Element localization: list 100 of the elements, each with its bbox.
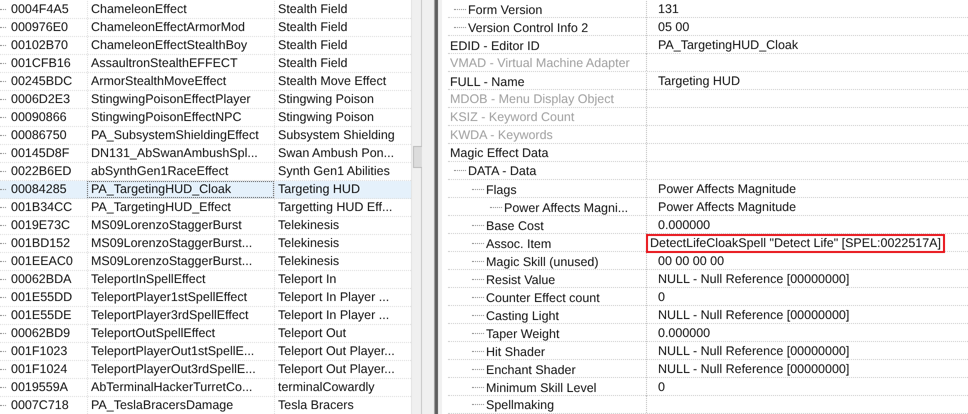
field-label[interactable]: DATA - Data [468, 164, 536, 178]
editor-id-cell: TeleportOutSpellEffect [87, 325, 274, 342]
editor-id-cell: StingwingPoisonEffectPlayer [87, 91, 274, 108]
form-id-cell-text: 0019559A [10, 379, 70, 396]
editor-id-cell: MS09LorenzoStaggerBurst [87, 217, 274, 234]
record-row[interactable]: 0019E73C MS09LorenzoStaggerBurst Telekinesis [0, 217, 411, 235]
field-value: 131 [657, 1, 680, 18]
form-id-cell-text: 001EEAC0 [10, 253, 74, 270]
field-value: 00 00 00 00 [657, 253, 726, 270]
form-id-cell-text: 000976E0 [10, 19, 70, 36]
field-label[interactable]: Version Control Info 2 [468, 20, 588, 34]
record-row[interactable]: 001BD152 MS09LorenzoStaggerBurst... Telekinesis [0, 235, 411, 253]
field-value: 0.000000 [657, 217, 712, 234]
record-row[interactable]: 001CFB16 AssaultronStealthEFFECT Stealth Field [0, 55, 411, 73]
form-id-cell-text: 001B34CC [10, 199, 74, 216]
record-row[interactable]: 00062BD9 TeleportOutSpellEffect Teleport Out [0, 325, 411, 343]
record-row[interactable]: 001F1023 TeleportPlayerOut1stSpellE... Teleport Out Player... [0, 343, 411, 361]
record-row[interactable]: 001E55DD TeleportPlayer1stSpellEffect Teleport In Player ... [0, 289, 411, 307]
form-id-cell-text: 00245BDC [10, 73, 74, 90]
record-row[interactable]: 001F1024 TeleportPlayerOut3rdSpellE... Teleport Out Player... [0, 361, 411, 379]
field-label[interactable]: Taper Weight [486, 326, 560, 340]
form-id-cell-text: 00062BDA [10, 271, 72, 288]
form-id-cell-text: 001F1023 [10, 343, 68, 360]
form-id-cell-text: 0007C718 [10, 397, 70, 414]
field-label[interactable]: Casting Light [486, 308, 559, 322]
form-id-cell-text: 0004F4A5 [10, 1, 70, 18]
record-row[interactable]: 00084285 PA_TargetingHUD_Cloak Targeting HUD [0, 181, 411, 199]
record-row[interactable]: 0019559A AbTerminalHackerTurretCo... terminalCowardly [0, 379, 411, 397]
splitter[interactable] [421, 0, 442, 414]
field-label[interactable]: Magic Effect Data [450, 146, 548, 160]
editor-id-cell: DN131_AbSwanAmbushSpl... [87, 145, 274, 162]
field-value: 05 00 [657, 19, 690, 36]
record-row[interactable]: 00062BDA TeleportInSpellEffect Teleport In [0, 271, 411, 289]
field-value: NULL - Null Reference [00000000] [657, 307, 850, 324]
form-id-cell-text: 001F1024 [10, 361, 68, 378]
scrollbar[interactable] [411, 0, 421, 414]
field-label[interactable]: Spellmaking [486, 398, 554, 412]
field-value: NULL - Null Reference [00000000] [657, 361, 850, 378]
editor-id-cell: StingwingPoisonEffectNPC [87, 109, 274, 126]
form-id-cell-text: 00086750 [10, 127, 68, 144]
field-value: PA_TargetingHUD_Cloak [657, 37, 800, 54]
form-id-cell-text: 00062BD9 [10, 325, 72, 342]
form-id-cell-text: 001CFB16 [10, 55, 72, 72]
field-value: Targeting HUD [657, 73, 741, 90]
editor-id-cell: AbTerminalHackerTurretCo... [87, 379, 274, 396]
editor-id-cell: TeleportPlayer3rdSpellEffect [87, 307, 274, 324]
field-label[interactable]: Enchant Shader [486, 362, 576, 376]
editor-id-cell: MS09LorenzoStaggerBurst... [87, 235, 274, 252]
scrollbar-thumb[interactable] [413, 146, 422, 168]
form-id-cell-text: 001E55DE [10, 307, 72, 324]
form-id-cell-text: 001E55DD [10, 289, 74, 306]
editor-id-cell: ArmorStealthMoveEffect [87, 73, 274, 90]
record-row[interactable]: 001EEAC0 MS09LorenzoStaggerBurst... Telekinesis [0, 253, 411, 271]
form-id-cell-text: 001BD152 [10, 235, 72, 252]
form-id-cell-text: 0022B6ED [10, 163, 72, 180]
field-value: 0 [657, 379, 666, 396]
field-value: 0 [657, 289, 666, 306]
record-row[interactable]: 000976E0 ChameleonEffectArmorMod Stealth Field [0, 19, 411, 37]
editor-id-cell: ChameleonEffect [87, 1, 274, 18]
record-row[interactable]: 00102B70 ChameleonEffectStealthBoy Stealth Field [0, 37, 411, 55]
field-label[interactable]: Magic Skill (unused) [486, 254, 599, 268]
editor-id-cell: ChameleonEffectStealthBoy [87, 37, 274, 54]
field-value: DetectLifeCloakSpell "Detect Life" [SPEL:0022517A] [646, 234, 945, 253]
field-label[interactable]: Assoc. Item [486, 236, 552, 250]
form-id-cell-text: 00102B70 [10, 37, 70, 54]
record-row[interactable]: 0004F4A5 ChameleonEffect Stealth Field [0, 1, 411, 19]
editor-id-cell: AssaultronStealthEFFECT [87, 55, 274, 72]
field-label[interactable]: Minimum Skill Level [486, 380, 596, 394]
form-id-cell-text: 0019E73C [10, 217, 72, 234]
field-value: NULL - Null Reference [00000000] [657, 271, 850, 288]
form-id-cell-text: 00145D8F [10, 145, 70, 162]
form-id-cell-text: 00090866 [10, 109, 68, 126]
field-label[interactable]: FULL - Name [450, 74, 525, 88]
form-id-cell-text: 0006D2E3 [10, 91, 72, 108]
field-label[interactable]: Resist Value [486, 272, 556, 286]
record-row[interactable]: 00245BDC ArmorStealthMoveEffect Stealth Move Effect [0, 73, 411, 91]
record-row[interactable]: 00145D8F DN131_AbSwanAmbushSpl... Swan Ambush Pon... [0, 145, 411, 163]
record-row[interactable]: 0006D2E3 StingwingPoisonEffectPlayer Stingwing Poison [0, 91, 411, 109]
editor-id-cell: TeleportInSpellEffect [87, 271, 274, 288]
record-row[interactable]: 00090866 StingwingPoisonEffectNPC Stingwing Poison [0, 109, 411, 127]
editor-id-cell: ChameleonEffectArmorMod [87, 19, 274, 36]
field-value: Power Affects Magnitude [657, 181, 798, 198]
editor-id-cell: TeleportPlayer1stSpellEffect [87, 289, 274, 306]
record-row[interactable]: 001B34CC PA_TargetingHUD_Effect Targetting HUD Eff... [0, 199, 411, 217]
field-label[interactable]: Flags [486, 182, 517, 196]
record-row[interactable]: 001E55DE TeleportPlayer3rdSpellEffect Teleport In Player ... [0, 307, 411, 325]
field-label[interactable]: EDID - Editor ID [450, 38, 540, 52]
form-id-cell-text: 00084285 [10, 181, 68, 198]
field-label[interactable]: Form Version [468, 2, 542, 16]
editor-id-cell: PA_TeslaBracersDamage [87, 397, 274, 414]
field-label[interactable]: Power Affects Magni... [504, 200, 628, 214]
editor-id-cell: abSynthGen1RaceEffect [87, 163, 274, 180]
field-label[interactable]: Hit Shader [486, 344, 546, 358]
field-label[interactable]: Counter Effect count [486, 290, 600, 304]
editor-id-cell: PA_SubsystemShieldingEffect [87, 127, 274, 144]
editor-id-cell: PA_TargetingHUD_Cloak [87, 181, 274, 198]
editor-id-cell: TeleportPlayerOut1stSpellE... [87, 343, 274, 360]
field-value: Power Affects Magnitude [657, 199, 798, 216]
record-row[interactable]: 00086750 PA_SubsystemShieldingEffect Subsystem Shielding [0, 127, 411, 145]
field-label[interactable]: Base Cost [486, 218, 544, 232]
